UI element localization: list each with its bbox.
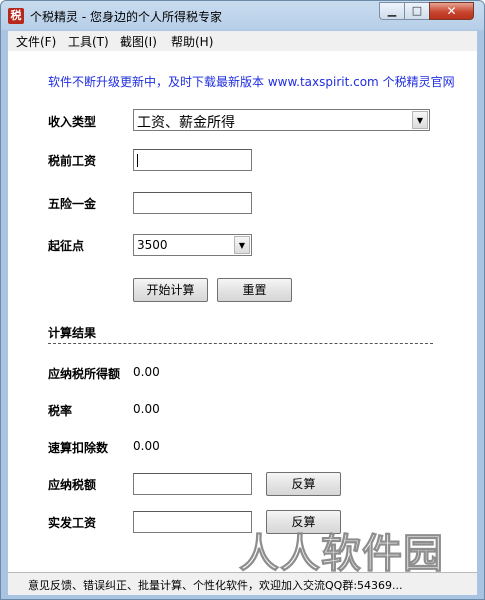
pretax-salary-label: 税前工资: [48, 154, 97, 168]
income-type-label: 收入类型: [48, 115, 97, 129]
tax-rate-value: 0.00: [133, 402, 160, 416]
results-section-title: 计算结果: [48, 326, 97, 340]
calculate-button[interactable]: 开始计算: [133, 278, 208, 302]
reverse-calc-tax-button[interactable]: 反算: [266, 472, 341, 496]
chevron-down-icon[interactable]: ▼: [412, 111, 428, 129]
taxable-income-label: 应纳税所得额: [48, 367, 121, 381]
income-type-select[interactable]: 工资、薪金所得 ▼: [133, 109, 430, 131]
insurance-label: 五险一金: [48, 197, 97, 211]
taxable-income-value: 0.00: [133, 365, 160, 379]
quick-deduction-value: 0.00: [133, 439, 160, 453]
close-button[interactable]: ✕: [429, 2, 474, 20]
menu-bar: 文件(F) 工具(T) 截图(I) 帮助(H): [8, 31, 477, 52]
app-logo-icon: 税: [8, 8, 24, 24]
insurance-input[interactable]: [133, 192, 252, 214]
maximize-button[interactable]: □: [404, 2, 430, 20]
menu-file[interactable]: 文件(F): [16, 33, 56, 50]
chevron-down-icon[interactable]: ▼: [234, 236, 250, 254]
menu-tools[interactable]: 工具(T): [68, 33, 109, 50]
minimize-icon: ▁: [387, 4, 397, 17]
menu-screenshot[interactable]: 截图(I): [120, 33, 157, 50]
text-caret: [137, 154, 138, 167]
threshold-select[interactable]: 3500 ▼: [133, 234, 252, 256]
maximize-icon: □: [411, 4, 423, 17]
title-bar[interactable]: 税 个税精灵 - 您身边的个人所得税专家 ▁ □ ✕: [1, 1, 484, 31]
watermark-logo: 人人软件园: [239, 531, 444, 578]
pretax-salary-input[interactable]: [133, 149, 252, 171]
net-salary-label: 实发工资: [48, 516, 97, 530]
threshold-label: 起征点: [48, 239, 85, 253]
main-panel: 软件不断升级更新中，及时下载最新版本 www.taxspirit.com 个税精…: [8, 51, 477, 572]
section-divider: [48, 343, 433, 344]
tax-payable-label: 应纳税额: [48, 478, 97, 492]
minimize-button[interactable]: ▁: [379, 2, 405, 20]
tax-rate-label: 税率: [48, 404, 73, 418]
app-window: 税 个税精灵 - 您身边的个人所得税专家 ▁ □ ✕ 文件(F) 工具(T) 截…: [0, 0, 485, 600]
update-notice[interactable]: 软件不断升级更新中，及时下载最新版本 www.taxspirit.com 个税精…: [48, 73, 455, 90]
reset-button[interactable]: 重置: [217, 278, 292, 302]
window-title: 个税精灵 - 您身边的个人所得税专家: [30, 10, 222, 24]
quick-deduction-label: 速算扣除数: [48, 441, 109, 455]
menu-help[interactable]: 帮助(H): [171, 33, 213, 50]
close-icon: ✕: [446, 4, 457, 18]
income-type-value: 工资、薪金所得: [137, 115, 235, 131]
tax-payable-input[interactable]: [133, 473, 252, 495]
threshold-value: 3500: [137, 238, 168, 252]
net-salary-input[interactable]: [133, 511, 252, 533]
status-bar-text[interactable]: 意见反馈、错误纠正、批量计算、个性化软件，欢迎加入交流QQ群:54369...: [28, 577, 403, 593]
